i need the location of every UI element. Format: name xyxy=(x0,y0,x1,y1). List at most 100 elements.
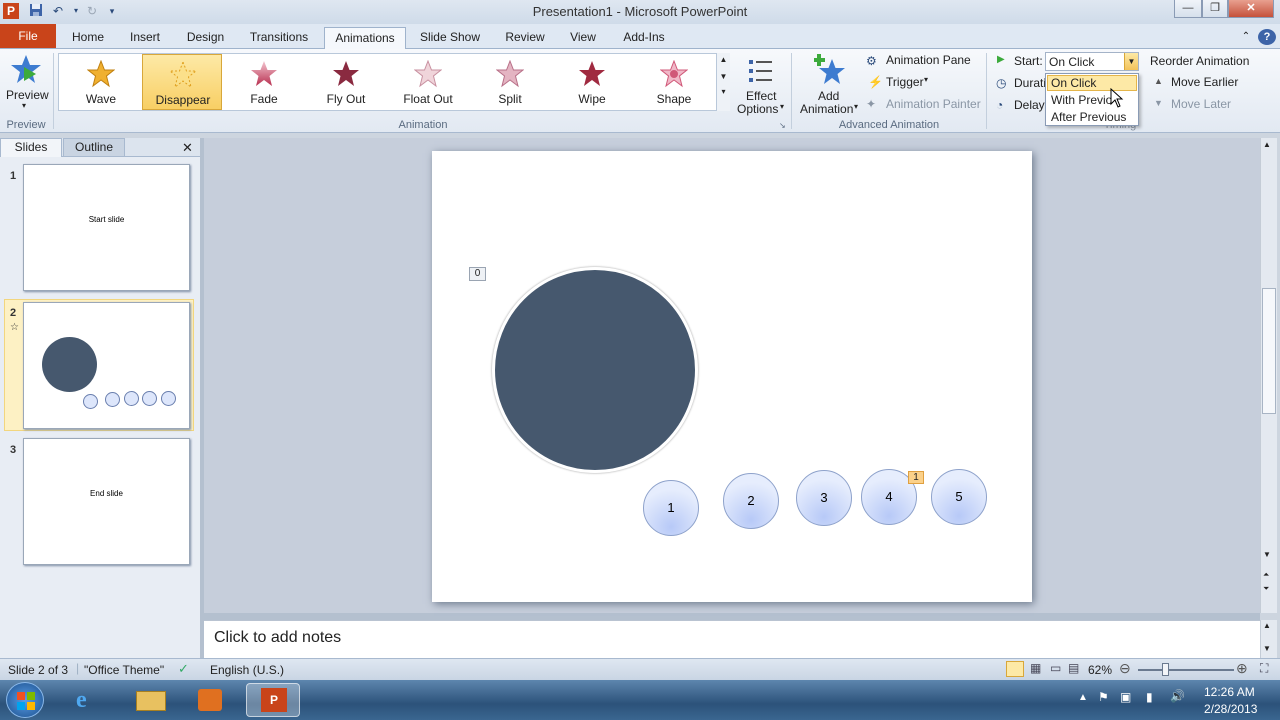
normal-view-icon[interactable] xyxy=(1006,661,1024,677)
move-earlier-label: Move Earlier xyxy=(1171,75,1239,89)
next-slide-icon[interactable]: ⏷ xyxy=(1263,584,1269,594)
title-bar: P ↶ ▾ ↻ ▾ Presentation1 - Microsoft Powe… xyxy=(0,0,1280,24)
animation-dialog-launcher-icon[interactable]: ↘ xyxy=(779,121,786,130)
zoom-in-icon[interactable]: ⊕ xyxy=(1236,660,1248,677)
animation-tag[interactable]: 0 xyxy=(469,267,486,281)
scroll-down-icon[interactable]: ▼ xyxy=(1263,550,1271,559)
animation-pane-label: Animation Pane xyxy=(886,53,971,67)
scroll-up-icon[interactable]: ▲ xyxy=(1263,140,1271,149)
mouse-cursor-icon xyxy=(1110,88,1124,108)
move-later-button[interactable]: ▼ Move Later xyxy=(1152,97,1252,115)
fade-star-icon xyxy=(251,61,277,86)
gallery-item-disappear[interactable]: Disappear xyxy=(142,54,222,110)
numbered-circle[interactable]: 1 xyxy=(643,480,699,536)
effect-options-button[interactable]: Effect Options ▾ xyxy=(734,53,788,116)
disappear-star-icon xyxy=(169,61,197,89)
slide-canvas[interactable]: 0 1 2 3 4 5 1 xyxy=(432,151,1032,602)
clock-time[interactable]: 12:26 AM xyxy=(1204,685,1255,699)
slide-show-icon[interactable]: ▤ xyxy=(1068,661,1079,675)
start-button-icon[interactable] xyxy=(6,682,44,718)
zoom-slider[interactable] xyxy=(1138,669,1234,671)
zoom-slider-thumb[interactable] xyxy=(1162,663,1169,676)
gallery-item-wave[interactable]: Wave xyxy=(61,54,141,110)
notes-scroll-down-icon[interactable]: ▼ xyxy=(1263,644,1271,653)
animation-painter-icon: ✦ xyxy=(866,97,877,111)
slide-thumbnail-1[interactable]: Start slide xyxy=(23,164,190,291)
reading-view-icon[interactable]: ▭ xyxy=(1050,661,1061,675)
network-icon[interactable]: ▣ xyxy=(1120,690,1131,704)
gallery-scroll[interactable]: ▲ ▼ ▾ xyxy=(716,53,730,111)
move-earlier-button[interactable]: ▲ Move Earlier xyxy=(1152,75,1252,93)
gallery-item-float-out[interactable]: Float Out xyxy=(388,54,468,110)
fit-to-window-icon[interactable]: ⛶ xyxy=(1260,661,1268,676)
start-select[interactable]: On Click ▼ xyxy=(1045,52,1139,71)
minimize-button[interactable]: — xyxy=(1174,0,1202,18)
gallery-item-fade[interactable]: Fade xyxy=(224,54,304,110)
big-circle-shape[interactable] xyxy=(492,267,698,473)
spell-check-icon[interactable]: ✓ xyxy=(178,661,189,677)
help-icon[interactable]: ? xyxy=(1258,29,1276,45)
tab-home[interactable]: Home xyxy=(64,27,112,49)
file-explorer-icon[interactable] xyxy=(124,683,178,717)
close-pane-icon[interactable]: ✕ xyxy=(182,140,193,156)
volume-icon[interactable]: 🔊 xyxy=(1170,689,1185,703)
language[interactable]: English (U.S.) xyxy=(210,663,284,677)
tab-review[interactable]: Review xyxy=(498,27,552,49)
tab-view[interactable]: View xyxy=(562,27,604,49)
notes-splitter[interactable] xyxy=(204,613,1260,620)
tab-slides[interactable]: Slides xyxy=(0,138,62,157)
start-option-after-previous[interactable]: After Previous xyxy=(1047,110,1137,126)
thumbnail-small-circle xyxy=(105,392,120,407)
tab-slide-show[interactable]: Slide Show xyxy=(413,27,487,49)
animation-pane-icon: ⚙ xyxy=(866,54,877,68)
slide-thumbnail-3[interactable]: End slide xyxy=(23,438,190,565)
animation-tag-selected[interactable]: 1 xyxy=(908,471,924,484)
move-later-arrow-icon: ▼ xyxy=(1154,98,1163,108)
tab-add-ins[interactable]: Add-Ins xyxy=(614,27,674,49)
scroll-thumb[interactable] xyxy=(1262,288,1276,414)
minimize-ribbon-icon[interactable]: ⌃ xyxy=(1238,27,1254,49)
start-dropdown-icon[interactable]: ▼ xyxy=(1124,53,1138,70)
power-icon[interactable]: ▮ xyxy=(1146,690,1153,704)
notes-scroll-up-icon[interactable]: ▲ xyxy=(1263,621,1271,630)
notes-pane[interactable]: Click to add notes xyxy=(204,620,1260,658)
trigger-button[interactable]: ⚡ Trigger ▾ xyxy=(866,75,946,93)
clock-date[interactable]: 2/28/2013 xyxy=(1204,702,1257,716)
gallery-scroll-down-icon[interactable]: ▼ xyxy=(717,72,730,81)
tab-transitions[interactable]: Transitions xyxy=(242,27,316,49)
slide-thumbnail-2[interactable] xyxy=(23,302,190,429)
show-hidden-icons-icon[interactable]: ▲ xyxy=(1078,692,1088,703)
gallery-item-split[interactable]: Split xyxy=(470,54,550,110)
tab-animations[interactable]: Animations xyxy=(324,27,406,49)
tab-insert[interactable]: Insert xyxy=(122,27,168,49)
previous-slide-icon[interactable]: ⏶ xyxy=(1263,570,1269,580)
gallery-item-wipe[interactable]: Wipe xyxy=(552,54,632,110)
numbered-circle[interactable]: 5 xyxy=(931,469,987,525)
gallery-scroll-up-icon[interactable]: ▲ xyxy=(717,55,730,64)
maximize-button[interactable]: ❐ xyxy=(1202,0,1228,18)
editor-vertical-scrollbar[interactable]: ▲ ▼ ⏶ ⏷ xyxy=(1260,138,1277,613)
preview-button[interactable]: Preview ▾ xyxy=(2,51,50,113)
action-center-flag-icon[interactable]: ⚑ xyxy=(1098,690,1109,704)
add-animation-button[interactable]: Add Animation ▾ xyxy=(796,51,862,116)
zoom-level[interactable]: 62% xyxy=(1088,663,1112,677)
theme-name[interactable]: "Office Theme" xyxy=(84,663,164,677)
animation-painter-button[interactable]: ✦ Animation Painter xyxy=(866,97,982,115)
file-tab[interactable]: File xyxy=(0,24,56,48)
tab-outline[interactable]: Outline xyxy=(63,138,125,157)
numbered-circle[interactable]: 3 xyxy=(796,470,852,526)
animation-painter-label: Animation Painter xyxy=(886,97,981,111)
media-player-icon[interactable] xyxy=(184,683,238,717)
numbered-circle[interactable]: 2 xyxy=(723,473,779,529)
gallery-more-icon[interactable]: ▾ xyxy=(717,87,730,96)
slide-sorter-icon[interactable]: ▦ xyxy=(1030,661,1041,675)
powerpoint-taskbar-icon[interactable]: P xyxy=(246,683,300,717)
animation-pane-button[interactable]: ⚙ Animation Pane xyxy=(866,53,978,71)
zoom-out-icon[interactable]: ⊖ xyxy=(1119,660,1131,677)
internet-explorer-icon[interactable]: e xyxy=(62,683,116,717)
tab-design[interactable]: Design xyxy=(178,27,233,49)
gallery-item-shape[interactable]: Shape xyxy=(634,54,714,110)
close-button[interactable]: ✕ xyxy=(1228,0,1274,18)
notes-scrollbar[interactable]: ▲ ▼ xyxy=(1260,620,1277,658)
gallery-item-fly-out[interactable]: Fly Out xyxy=(306,54,386,110)
